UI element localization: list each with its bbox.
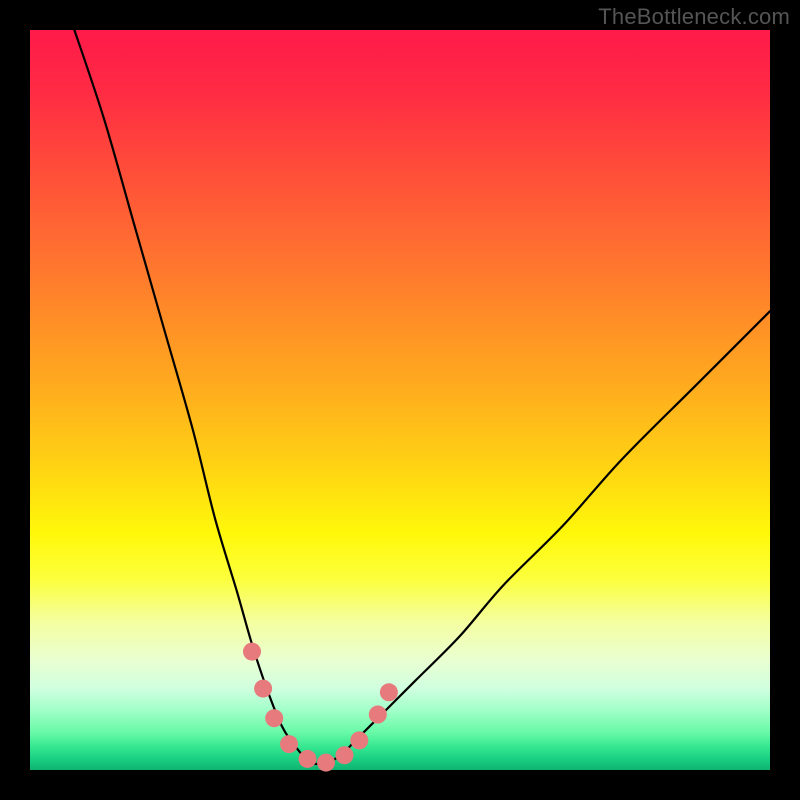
highlight-dot <box>243 643 261 661</box>
highlight-dots <box>243 643 398 772</box>
bottleneck-curve <box>74 30 770 764</box>
watermark-text: TheBottleneck.com <box>598 4 790 30</box>
highlight-dot <box>299 750 317 768</box>
highlight-dot <box>380 683 398 701</box>
chart-frame: TheBottleneck.com <box>0 0 800 800</box>
highlight-dot <box>369 706 387 724</box>
highlight-dot <box>317 754 335 772</box>
highlight-dot <box>336 746 354 764</box>
highlight-dot <box>350 731 368 749</box>
plot-area <box>30 30 770 770</box>
highlight-dot <box>254 680 272 698</box>
highlight-dot <box>280 735 298 753</box>
plot-svg <box>30 30 770 770</box>
highlight-dot <box>265 709 283 727</box>
